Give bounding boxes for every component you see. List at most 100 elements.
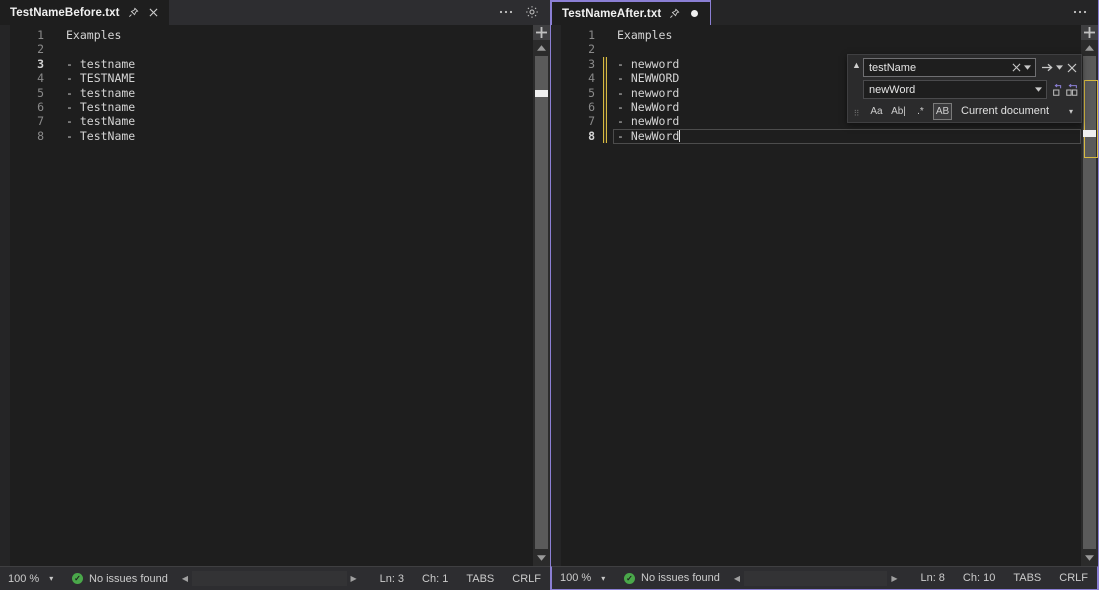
line-text: - NewWord bbox=[617, 100, 679, 114]
line-number: 7 bbox=[561, 114, 603, 128]
find-replace-widget[interactable]: ▲ ⠿ bbox=[847, 54, 1082, 123]
find-next-options-chevron-down-icon[interactable] bbox=[1054, 59, 1065, 76]
code-line[interactable]: 1 Examples bbox=[10, 28, 533, 42]
editor-body-right[interactable]: 1 Examples 2 3 - newword 4 - NE bbox=[551, 25, 1098, 566]
hscroll-track[interactable] bbox=[744, 571, 888, 586]
code-line[interactable]: 1 Examples bbox=[561, 28, 1081, 42]
replace-history-chevron-down-icon[interactable] bbox=[1033, 81, 1044, 98]
scroll-track[interactable] bbox=[1083, 56, 1096, 549]
scroll-down-icon[interactable] bbox=[1081, 550, 1098, 566]
status-column: Ch: 1 bbox=[413, 573, 457, 585]
code-line[interactable]: 3 - testname bbox=[10, 57, 533, 71]
line-text: - testname bbox=[66, 86, 135, 100]
find-next-arrow-icon[interactable] bbox=[1040, 59, 1054, 76]
line-text: Examples bbox=[617, 28, 672, 42]
use-regex-icon[interactable]: .* bbox=[911, 103, 930, 120]
close-icon[interactable] bbox=[147, 6, 160, 19]
tabstrip-right: TestNameAfter.txt bbox=[551, 0, 1098, 25]
line-number: 2 bbox=[561, 42, 603, 56]
tabstrip-tools-right bbox=[1072, 4, 1098, 25]
check-circle-icon: ✓ bbox=[624, 573, 635, 584]
split-view-icon[interactable] bbox=[1081, 25, 1098, 40]
code-area-left[interactable]: 1 Examples 2 3 - testname 4 - T bbox=[10, 25, 533, 566]
issues-status-right[interactable]: ✓ No issues found bbox=[614, 572, 720, 584]
horizontal-scrollbar-right[interactable]: ◀ ▶ bbox=[730, 571, 902, 586]
vertical-scrollbar-left[interactable] bbox=[533, 25, 550, 566]
status-cells-left: Ln: 3 Ch: 1 TABS CRLF bbox=[371, 573, 550, 585]
scroll-right-icon[interactable]: ▶ bbox=[347, 571, 361, 586]
replace-input-container[interactable] bbox=[863, 80, 1047, 99]
change-bar bbox=[603, 28, 607, 42]
scope-chevron-down-icon[interactable]: ▾ bbox=[1069, 107, 1079, 116]
ellipsis-icon[interactable] bbox=[498, 4, 514, 20]
close-x-icon[interactable] bbox=[1065, 59, 1079, 76]
drag-grip-icon[interactable]: ⠿ bbox=[854, 110, 860, 118]
match-case-icon[interactable]: Aa bbox=[867, 103, 886, 120]
line-number: 4 bbox=[561, 71, 603, 85]
chevron-down-icon[interactable]: ▾ bbox=[49, 574, 53, 583]
line-text: - TestName bbox=[66, 129, 135, 143]
status-eol[interactable]: CRLF bbox=[1050, 572, 1097, 584]
tab-title: TestNameBefore.txt bbox=[10, 7, 120, 19]
scroll-up-icon[interactable] bbox=[533, 40, 550, 56]
issues-status-left[interactable]: ✓ No issues found bbox=[62, 573, 168, 585]
status-line: Ln: 3 bbox=[371, 573, 413, 585]
code-line[interactable]: 5 - testname bbox=[10, 86, 533, 100]
issues-label: No issues found bbox=[641, 572, 720, 584]
scroll-track[interactable] bbox=[535, 56, 548, 549]
pin-icon[interactable] bbox=[127, 6, 140, 19]
horizontal-scrollbar-left[interactable]: ◀ ▶ bbox=[178, 571, 361, 586]
scroll-right-icon[interactable]: ▶ bbox=[887, 571, 901, 586]
gear-icon[interactable] bbox=[524, 4, 540, 20]
change-bar bbox=[603, 100, 607, 114]
replace-row bbox=[863, 80, 1079, 99]
tabstrip-left: TestNameBefore.txt bbox=[0, 0, 550, 25]
zoom-selector-right[interactable]: 100 % ▾ bbox=[552, 572, 614, 584]
match-whole-word-icon[interactable]: Ab| bbox=[889, 103, 908, 120]
find-history-chevron-down-icon[interactable] bbox=[1022, 59, 1033, 76]
zoom-level: 100 % bbox=[8, 573, 39, 585]
scroll-left-icon[interactable]: ◀ bbox=[178, 571, 192, 586]
scroll-left-icon[interactable]: ◀ bbox=[730, 571, 744, 586]
code-line[interactable]: 7 - testName bbox=[10, 114, 533, 128]
code-line[interactable]: 8 - NewWord bbox=[561, 129, 1081, 143]
status-indent[interactable]: TABS bbox=[457, 573, 503, 585]
chevron-down-icon[interactable]: ▾ bbox=[601, 574, 605, 583]
find-input-container[interactable] bbox=[863, 58, 1036, 77]
code-line[interactable]: 8 - TestName bbox=[10, 129, 533, 143]
text-caret bbox=[679, 130, 680, 142]
tab-testnameafter[interactable]: TestNameAfter.txt bbox=[551, 0, 711, 25]
find-row bbox=[863, 58, 1079, 77]
line-text: - testName bbox=[66, 114, 135, 128]
code-line[interactable]: 2 bbox=[10, 42, 533, 56]
status-indent[interactable]: TABS bbox=[1004, 572, 1050, 584]
line-text: - newword bbox=[617, 86, 679, 100]
replace-next-icon[interactable] bbox=[1051, 81, 1065, 98]
zoom-selector-left[interactable]: 100 % ▾ bbox=[0, 573, 62, 585]
clear-x-icon[interactable] bbox=[1011, 59, 1022, 76]
pin-icon[interactable] bbox=[668, 7, 681, 20]
find-actions bbox=[1036, 59, 1079, 76]
vertical-scrollbar-right[interactable] bbox=[1081, 25, 1098, 566]
scroll-thumb[interactable] bbox=[535, 90, 548, 97]
split-view-icon[interactable] bbox=[533, 25, 550, 40]
find-input[interactable] bbox=[869, 62, 1011, 74]
scroll-up-icon[interactable] bbox=[1081, 40, 1098, 56]
scroll-down-icon[interactable] bbox=[533, 550, 550, 566]
scroll-thumb[interactable] bbox=[1083, 130, 1096, 137]
code-line[interactable]: 6 - Testname bbox=[10, 100, 533, 114]
preserve-case-icon[interactable]: AB bbox=[933, 103, 952, 120]
tab-testnamebefore[interactable]: TestNameBefore.txt bbox=[0, 0, 169, 25]
unsaved-dot-icon[interactable] bbox=[688, 7, 701, 20]
change-bar bbox=[603, 57, 607, 71]
editor-body-left[interactable]: 1 Examples 2 3 - testname 4 - T bbox=[0, 25, 550, 566]
status-eol[interactable]: CRLF bbox=[503, 573, 550, 585]
change-bar bbox=[52, 42, 56, 56]
replace-input[interactable] bbox=[869, 84, 1033, 96]
code-line[interactable]: 4 - TESTNAME bbox=[10, 71, 533, 85]
chevron-up-icon[interactable]: ▲ bbox=[852, 61, 861, 70]
hscroll-track[interactable] bbox=[192, 571, 347, 586]
replace-all-icon[interactable] bbox=[1065, 81, 1079, 98]
ellipsis-icon[interactable] bbox=[1072, 4, 1088, 20]
search-scope-label[interactable]: Current document bbox=[955, 105, 1049, 117]
